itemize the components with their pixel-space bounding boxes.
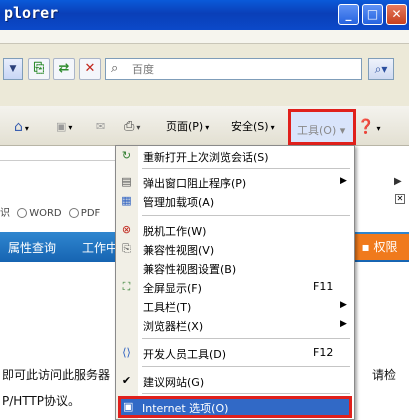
menu-item-label: 重新打开上次浏览会话(S) (143, 151, 269, 164)
menu-item-compat-settings[interactable]: 兼容性视图设置(B) (116, 258, 354, 278)
menu-separator (142, 338, 350, 339)
divider (0, 160, 120, 161)
addons-icon: ▦ (121, 194, 132, 207)
tools-dropdown-menu: ↻ 重新打开上次浏览会话(S) ▤ 弹出窗口阻止程序(P) ▶ ▦ 管理加载项(… (115, 145, 355, 420)
popup-blocker-icon: ▤ (121, 175, 132, 188)
refresh-icon[interactable]: ⇄ (53, 58, 75, 80)
sidebar-close-icon[interactable]: ✕ (395, 194, 405, 204)
page-menu-label: 页面(P) (166, 120, 204, 133)
menu-item-label: 兼容性视图(V) (143, 244, 215, 257)
menu-separator (142, 366, 350, 367)
compat-view-icon: ⎘ (122, 242, 131, 255)
page-menu[interactable]: 页面(P) ▾ (166, 118, 209, 136)
menu-item-shortcut: F12 (313, 346, 334, 359)
dev-tools-icon: ⟨⟩ (122, 346, 131, 359)
minimize-button[interactable]: _ (338, 4, 359, 25)
internet-options-icon: ▣ (123, 400, 134, 413)
format-radio-row: 识 WORD PDF (0, 204, 100, 219)
radio-pdf[interactable] (68, 208, 79, 218)
address-strip (0, 30, 409, 44)
compat-icon[interactable]: ⎘ (28, 58, 50, 80)
close-button[interactable]: ✕ (386, 4, 407, 25)
body-text-line-2: P/HTTP协议。 (2, 394, 80, 408)
reopen-session-icon: ↻ (121, 149, 132, 162)
search-box[interactable]: ⌕ (105, 58, 362, 80)
menu-item-work-offline[interactable]: ⊗ 脱机工作(W) (116, 220, 354, 240)
print-icon[interactable]: ⎙ ▾ (124, 118, 140, 136)
menu-item-label: 兼容性视图设置(B) (143, 263, 237, 276)
menu-item-toolbars[interactable]: 工具栏(T) ▶ (116, 296, 354, 316)
menu-item-label: 开发人员工具(D) (143, 348, 227, 361)
feeds-icon[interactable]: ▣ ▾ (56, 118, 72, 136)
radio-pdf-label: PDF (80, 208, 101, 219)
submenu-arrow-icon: ▶ (340, 300, 347, 310)
nav-item-attr-query[interactable]: 属性查询 (8, 239, 56, 256)
nav-item-work[interactable]: 工作中 (82, 239, 118, 256)
offline-icon: ⊗ (121, 223, 132, 236)
safety-menu-label: 安全(S) (231, 120, 269, 133)
submenu-arrow-icon: ▶ (340, 319, 347, 329)
radio-label: 识 (0, 208, 10, 219)
stop-icon[interactable]: ✕ (79, 58, 101, 80)
home-icon[interactable]: ⌂ ▾ (14, 118, 29, 136)
fullscreen-icon: ⛶ (122, 280, 131, 293)
address-bar-area: ▼ ⎘ ⇄ ✕ ⌕ ⌕▾ (0, 30, 409, 106)
tools-menu-label: 工具(O) ▾ (297, 124, 346, 137)
menu-item-label: 工具栏(T) (143, 301, 192, 314)
radio-word[interactable] (17, 208, 28, 218)
maximize-button[interactable]: □ (362, 4, 383, 25)
menu-item-label: 浏览器栏(X) (143, 320, 204, 333)
check-icon: ✔ (121, 374, 132, 387)
mail-icon[interactable]: ✉ (96, 118, 105, 136)
submenu-arrow-icon: ▶ (340, 176, 347, 186)
menu-item-label: 建议网站(G) (143, 376, 205, 389)
menu-item-reopen-session[interactable]: ↻ 重新打开上次浏览会话(S) (116, 146, 354, 166)
menu-item-fullscreen[interactable]: ⛶ 全屏显示(F) F11 (116, 277, 354, 297)
menu-item-dev-tools[interactable]: ⟨⟩ 开发人员工具(D) F12 (116, 343, 354, 363)
search-icon: ⌕ (111, 61, 119, 76)
menu-separator (142, 215, 350, 216)
window-title: plorer (4, 4, 59, 22)
menu-item-label: Internet 选项(O) (142, 402, 229, 415)
menu-item-label: 脱机工作(W) (143, 225, 207, 238)
address-dropdown-button[interactable]: ▼ (3, 58, 23, 80)
menu-item-label: 管理加载项(A) (143, 196, 215, 209)
menu-item-explorer-bars[interactable]: 浏览器栏(X) ▶ (116, 315, 354, 335)
scroll-right-icon[interactable]: ▶ (394, 176, 402, 187)
help-icon[interactable]: ❓ ▾ (357, 118, 380, 136)
menu-item-popup-blocker[interactable]: ▤ 弹出窗口阻止程序(P) ▶ (116, 172, 354, 192)
body-text-line-1: 即可此访问此服务器 (2, 368, 111, 382)
permissions-tab[interactable]: ▪ 权限 (350, 234, 409, 260)
body-text-line-1-right: 请检 (372, 368, 397, 382)
safety-menu[interactable]: 安全(S) ▾ (231, 118, 275, 136)
menu-item-manage-addons[interactable]: ▦ 管理加载项(A) (116, 191, 354, 211)
search-go-button[interactable]: ⌕▾ (368, 58, 394, 80)
menu-item-shortcut: F11 (313, 280, 334, 293)
menu-item-suggested-sites[interactable]: ✔ 建议网站(G) (116, 371, 354, 391)
title-bar: plorer _ □ ✕ (0, 0, 409, 30)
menu-item-label: 弹出窗口阻止程序(P) (143, 177, 247, 190)
menu-item-internet-options[interactable]: ▣ Internet 选项(O) (118, 396, 352, 418)
menu-item-compat-view[interactable]: ⎘ 兼容性视图(V) (116, 239, 354, 259)
radio-word-label: WORD (29, 208, 62, 219)
menu-separator (142, 393, 350, 394)
menu-separator (142, 168, 350, 169)
menu-item-label: 全屏显示(F) (143, 282, 202, 295)
search-input[interactable] (130, 61, 355, 77)
